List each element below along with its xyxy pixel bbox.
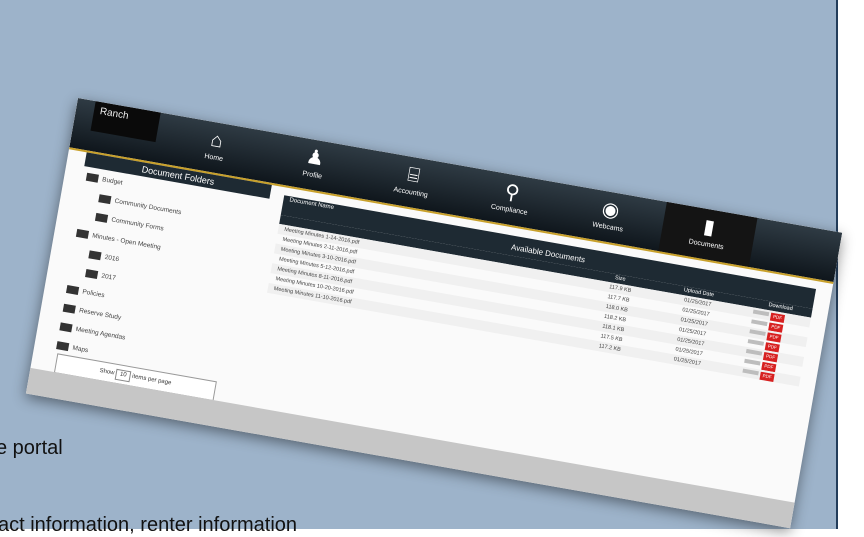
size-column: Size [614, 275, 626, 283]
download-progress [752, 309, 770, 317]
folder-icon [62, 303, 76, 314]
folder-icon [94, 212, 109, 223]
folder-icon [85, 269, 99, 280]
folder-icon [85, 172, 99, 183]
download-progress [747, 339, 765, 346]
folder-icon [59, 322, 73, 333]
folder-icon [88, 250, 102, 261]
download-progress [744, 358, 761, 366]
folder-icon [98, 194, 112, 205]
download-progress [742, 368, 759, 376]
slide-caption-line-1: e portal [0, 437, 63, 459]
download-progress [745, 348, 763, 356]
folder-icon [56, 341, 70, 352]
per-page-input[interactable]: 10 [114, 368, 132, 383]
download-progress [751, 319, 768, 327]
download-progress [749, 329, 766, 336]
open-folder-icon [75, 228, 90, 239]
folder-icon [65, 284, 80, 295]
pdf-download-button[interactable]: PDF [759, 371, 775, 383]
slide-caption-line-2: act information, renter information [0, 514, 298, 536]
